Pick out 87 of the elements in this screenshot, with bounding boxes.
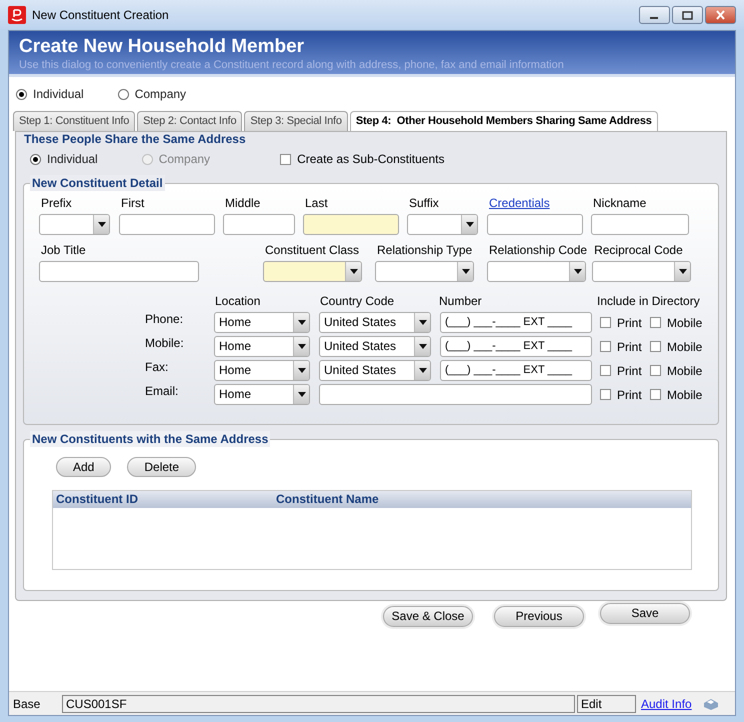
phone-field[interactable]: (___) ___-____ EXT ____ bbox=[440, 312, 592, 333]
field-label: Middle bbox=[224, 196, 262, 212]
radio-label: Company bbox=[134, 86, 186, 103]
field-label: Reciprocal Code bbox=[593, 243, 684, 259]
input-field[interactable] bbox=[591, 214, 689, 235]
section-title: New Constituents with the Same Address bbox=[30, 431, 270, 447]
checkbox[interactable] bbox=[650, 389, 661, 400]
field-label: First bbox=[120, 196, 146, 212]
checkbox-label: Print bbox=[617, 338, 642, 356]
action-button[interactable]: Previous bbox=[494, 606, 584, 626]
dropdown[interactable]: United States bbox=[319, 360, 431, 381]
checkbox[interactable] bbox=[650, 341, 661, 352]
field-label: Last bbox=[304, 196, 329, 212]
table-button[interactable]: Add bbox=[56, 457, 112, 477]
radio-button[interactable] bbox=[16, 88, 27, 100]
dropdown[interactable]: Home bbox=[214, 312, 310, 333]
radio-button[interactable] bbox=[30, 154, 41, 164]
dropdown[interactable]: Home bbox=[214, 360, 310, 381]
checkbox-label: Mobile bbox=[667, 338, 702, 356]
checkbox-label: Mobile bbox=[667, 362, 702, 380]
phone-field[interactable]: (___) ___-____ EXT ____ bbox=[440, 360, 592, 381]
field-label: Constituent Class bbox=[264, 243, 360, 259]
logo-icon bbox=[8, 6, 26, 24]
row-label: Phone: bbox=[145, 312, 184, 326]
checkbox[interactable] bbox=[600, 365, 611, 376]
dropdown[interactable]: Home bbox=[214, 384, 310, 405]
field-label: Nickname bbox=[592, 196, 648, 212]
section-title: These People Share the Same Address bbox=[23, 131, 247, 147]
tab[interactable]: Step 1: Constituent Info bbox=[13, 111, 136, 131]
checkbox-label: Print bbox=[617, 362, 642, 380]
radio-label: Company bbox=[158, 151, 210, 168]
dropdown[interactable]: United States bbox=[319, 312, 431, 333]
status-mode: Base bbox=[12, 696, 42, 712]
minimize-icon[interactable] bbox=[639, 6, 670, 24]
checkbox[interactable] bbox=[650, 365, 661, 376]
checkbox-label: Create as Sub-Constituents bbox=[297, 151, 444, 168]
action-button[interactable]: Save bbox=[600, 602, 690, 624]
phone-field[interactable]: (___) ___-____ EXT ____ bbox=[440, 336, 592, 357]
header-subtitle: Use this dialog to conveniently create a Constituent record along with address, phone, fax and email information bbox=[19, 59, 565, 72]
checkbox-label: Print bbox=[617, 386, 642, 404]
field-label: Job Title bbox=[40, 243, 87, 259]
section-title: New Constituent Detail bbox=[30, 175, 165, 191]
row-label: Mobile: bbox=[145, 336, 185, 350]
tab[interactable]: Step 2: Contact Info bbox=[137, 111, 242, 131]
row-label: Fax: bbox=[145, 360, 170, 374]
input-field[interactable] bbox=[303, 214, 399, 235]
column-header: Country Code bbox=[320, 294, 396, 309]
radio-button[interactable] bbox=[118, 88, 129, 100]
audit-info-link[interactable]: Audit Info bbox=[641, 694, 692, 712]
tab[interactable]: Step 4: Other Household Members Sharing Same Address bbox=[350, 111, 658, 131]
checkbox[interactable] bbox=[650, 317, 661, 328]
field-label: Relationship Code bbox=[488, 243, 588, 259]
checkbox-label: Print bbox=[617, 314, 642, 332]
column-header: Location bbox=[215, 294, 262, 309]
close-icon[interactable] bbox=[705, 6, 736, 24]
checkbox-label: Mobile bbox=[667, 314, 702, 332]
window-title: New Constituent Creation bbox=[32, 7, 169, 24]
status-field: Edit bbox=[577, 694, 636, 712]
input-field[interactable] bbox=[223, 214, 295, 235]
radio-label: Individual bbox=[47, 151, 98, 168]
header-title: Create New Household Member bbox=[19, 35, 306, 59]
action-button[interactable]: Save & Close bbox=[383, 606, 473, 626]
checkbox[interactable] bbox=[600, 389, 611, 400]
tab[interactable]: Step 3: Special Info bbox=[244, 111, 348, 131]
credentials-link[interactable]: Credentials bbox=[487, 196, 583, 214]
column-header: Constituent Name bbox=[275, 491, 379, 508]
column-header: Number bbox=[439, 294, 483, 309]
input-field[interactable] bbox=[487, 214, 583, 235]
column-header: Include in Directory bbox=[597, 294, 701, 309]
column-header: Constituent ID bbox=[55, 491, 139, 508]
checkbox[interactable] bbox=[600, 317, 611, 328]
status-field: CUS001SF bbox=[62, 694, 575, 712]
field-label: Suffix bbox=[408, 196, 440, 212]
input-field[interactable] bbox=[119, 214, 215, 235]
checkbox[interactable] bbox=[280, 154, 292, 164]
dropdown[interactable]: United States bbox=[319, 336, 431, 357]
radio-label: Individual bbox=[33, 86, 84, 103]
dropdown[interactable]: Home bbox=[214, 336, 310, 357]
input-field[interactable] bbox=[39, 261, 199, 282]
maximize-icon[interactable] bbox=[672, 6, 703, 24]
row-label: Email: bbox=[145, 384, 180, 398]
field-label: Relationship Type bbox=[376, 243, 474, 259]
table-button[interactable]: Delete bbox=[127, 457, 196, 477]
checkbox[interactable] bbox=[600, 341, 611, 352]
email-field[interactable] bbox=[319, 384, 592, 405]
checkbox-label: Mobile bbox=[667, 386, 702, 404]
field-label: Prefix bbox=[40, 196, 73, 212]
